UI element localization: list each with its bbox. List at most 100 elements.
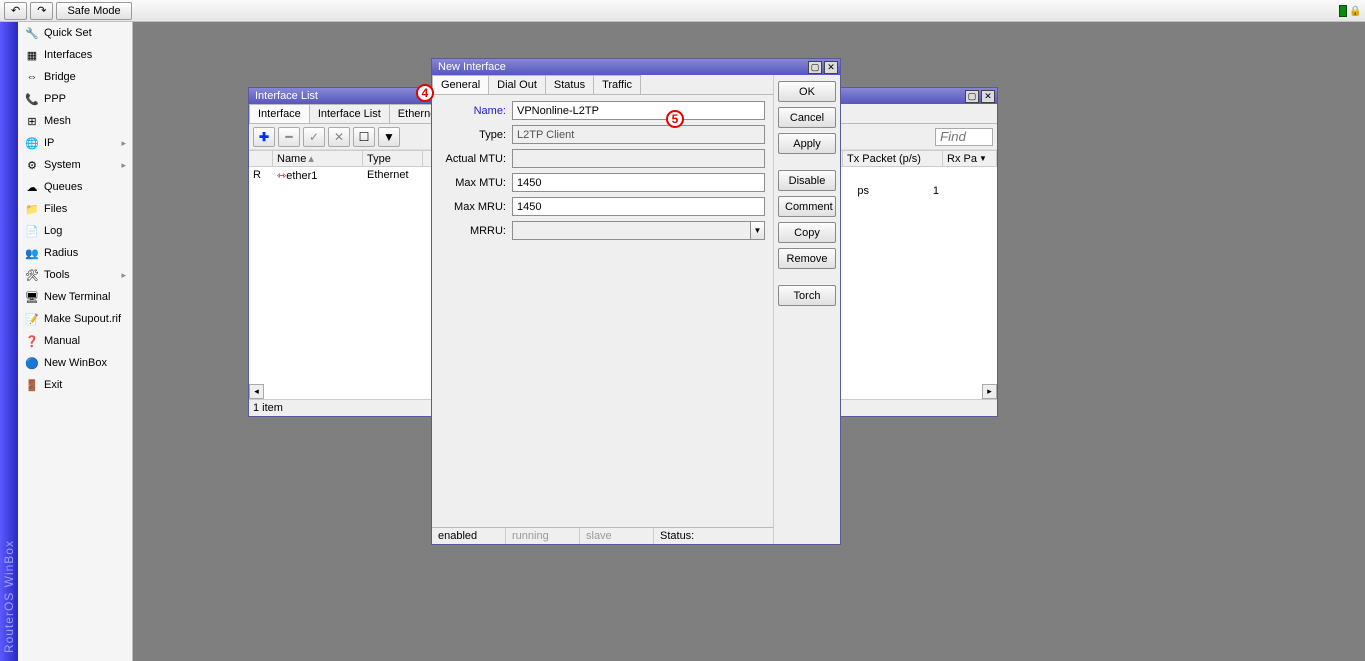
sidebar-item-ppp[interactable]: 📞PPP xyxy=(18,88,132,110)
cancel-button[interactable]: Cancel xyxy=(778,107,836,128)
annotation-5: 5 xyxy=(666,110,684,128)
app-title-bar: RouterOS WinBox xyxy=(0,22,18,661)
interfaces-icon: ▦ xyxy=(24,47,40,63)
supout-icon: 📝 xyxy=(24,311,40,327)
comment-button[interactable]: ☐ xyxy=(353,127,375,147)
sidebar-item-mesh[interactable]: ⊞Mesh xyxy=(18,110,132,132)
sidebar-item-supout[interactable]: 📝Make Supout.rif xyxy=(18,308,132,330)
mrru-input xyxy=(512,221,751,240)
tabs-row: General Dial Out Status Traffic xyxy=(432,75,773,95)
apply-button[interactable]: Apply xyxy=(778,133,836,154)
ip-icon: 🌐 xyxy=(24,135,40,151)
terminal-icon: 🖥 xyxy=(24,289,40,305)
type-label: Type: xyxy=(440,129,506,141)
tab-dialout[interactable]: Dial Out xyxy=(488,75,546,94)
redo-button[interactable]: ↷ xyxy=(30,2,53,20)
enable-button[interactable]: ✓ xyxy=(303,127,325,147)
add-button[interactable]: ✚ xyxy=(253,127,275,147)
sidebar-item-new-terminal[interactable]: 🖥New Terminal xyxy=(18,286,132,308)
sidebar-item-log[interactable]: 📄Log xyxy=(18,220,132,242)
find-input[interactable] xyxy=(935,128,993,146)
winbox-icon: 🔵 xyxy=(24,355,40,371)
ppp-icon: 📞 xyxy=(24,91,40,107)
scroll-right-button[interactable]: ▸ xyxy=(982,384,997,399)
log-icon: 📄 xyxy=(24,223,40,239)
remove-button[interactable]: Remove xyxy=(778,248,836,269)
sidebar-item-bridge[interactable]: ⇔Bridge xyxy=(18,66,132,88)
tab-interface[interactable]: Interface xyxy=(249,104,310,123)
sidebar-item-files[interactable]: 📁Files xyxy=(18,198,132,220)
tab-interface-list[interactable]: Interface List xyxy=(309,104,390,123)
col-type[interactable]: Type xyxy=(363,151,423,166)
canvas: Interface List ▢ ✕ Interface Interface L… xyxy=(133,22,1365,661)
sidebar: 🔧Quick Set ▦Interfaces ⇔Bridge 📞PPP ⊞Mes… xyxy=(18,22,133,661)
max-mru-input[interactable] xyxy=(512,197,765,216)
type-input xyxy=(512,125,765,144)
sidebar-item-manual[interactable]: ❓Manual xyxy=(18,330,132,352)
dialog-status-bar: enabled running slave Status: xyxy=(432,527,773,544)
sidebar-item-new-winbox[interactable]: 🔵New WinBox xyxy=(18,352,132,374)
col-txp[interactable]: Tx Packet (p/s) xyxy=(843,151,943,166)
mrru-label: MRRU: xyxy=(440,225,506,237)
actual-mtu-input xyxy=(512,149,765,168)
filter-button[interactable]: ▼ xyxy=(378,127,400,147)
window-title: New Interface xyxy=(438,61,506,73)
disable-button[interactable]: ✕ xyxy=(328,127,350,147)
max-mru-label: Max MRU: xyxy=(440,201,506,213)
lock-icon xyxy=(1349,5,1361,17)
safe-mode-button[interactable]: Safe Mode xyxy=(56,2,131,20)
undo-button[interactable]: ↶ xyxy=(4,2,27,20)
new-interface-window: New Interface ▢ ✕ General Dial Out Statu… xyxy=(431,58,841,545)
topbar: ↶ ↷ Safe Mode xyxy=(0,0,1365,22)
actual-mtu-label: Actual MTU: xyxy=(440,153,506,165)
radius-icon: 👥 xyxy=(24,245,40,261)
form-panel: Name: Type: Actual MTU: Max MTU: xyxy=(432,95,773,527)
sidebar-item-quickset[interactable]: 🔧Quick Set xyxy=(18,22,132,44)
mesh-icon: ⊞ xyxy=(24,113,40,129)
tools-icon: 🛠 xyxy=(24,267,40,283)
col-name[interactable]: Name ▴ xyxy=(273,151,363,166)
chevron-right-icon: ▸ xyxy=(121,160,126,171)
close-button[interactable]: ✕ xyxy=(824,61,838,74)
quickset-icon: 🔧 xyxy=(24,25,40,41)
annotation-4: 4 xyxy=(416,84,434,102)
window-titlebar[interactable]: New Interface ▢ ✕ xyxy=(432,59,840,75)
close-button[interactable]: ✕ xyxy=(981,90,995,103)
copy-button[interactable]: Copy xyxy=(778,222,836,243)
remove-button[interactable]: ━ xyxy=(278,127,300,147)
name-input[interactable] xyxy=(512,101,765,120)
chevron-right-icon: ▸ xyxy=(121,270,126,281)
minimize-button[interactable]: ▢ xyxy=(965,90,979,103)
tab-traffic[interactable]: Traffic xyxy=(593,75,641,94)
max-mtu-input[interactable] xyxy=(512,173,765,192)
queues-icon: ☁ xyxy=(24,179,40,195)
status-slave: slave xyxy=(580,528,654,544)
system-icon: ⚙ xyxy=(24,157,40,173)
sidebar-item-ip[interactable]: 🌐IP▸ xyxy=(18,132,132,154)
files-icon: 📁 xyxy=(24,201,40,217)
tab-general[interactable]: General xyxy=(432,75,489,94)
window-title: Interface List xyxy=(255,90,318,102)
ok-button[interactable]: OK xyxy=(778,81,836,102)
status-enabled: enabled xyxy=(432,528,506,544)
sidebar-item-radius[interactable]: 👥Radius xyxy=(18,242,132,264)
scroll-left-button[interactable]: ◂ xyxy=(249,384,264,399)
torch-button[interactable]: Torch xyxy=(778,285,836,306)
col-flag[interactable] xyxy=(249,151,273,166)
mrru-dropdown-button[interactable]: ▼ xyxy=(751,221,765,240)
disable-button[interactable]: Disable xyxy=(778,170,836,191)
undo-icon: ↶ xyxy=(11,4,20,17)
max-mtu-label: Max MTU: xyxy=(440,177,506,189)
sidebar-item-exit[interactable]: 🚪Exit xyxy=(18,374,132,396)
sidebar-item-interfaces[interactable]: ▦Interfaces xyxy=(18,44,132,66)
tab-status[interactable]: Status xyxy=(545,75,594,94)
sidebar-item-system[interactable]: ⚙System▸ xyxy=(18,154,132,176)
sidebar-item-tools[interactable]: 🛠Tools▸ xyxy=(18,264,132,286)
minimize-button[interactable]: ▢ xyxy=(808,61,822,74)
sidebar-item-queues[interactable]: ☁Queues xyxy=(18,176,132,198)
name-label: Name: xyxy=(440,105,506,117)
col-rxp[interactable]: Rx Pa ▼ xyxy=(943,151,997,166)
manual-icon: ❓ xyxy=(24,333,40,349)
comment-button[interactable]: Comment xyxy=(778,196,836,217)
redo-icon: ↷ xyxy=(37,4,46,17)
